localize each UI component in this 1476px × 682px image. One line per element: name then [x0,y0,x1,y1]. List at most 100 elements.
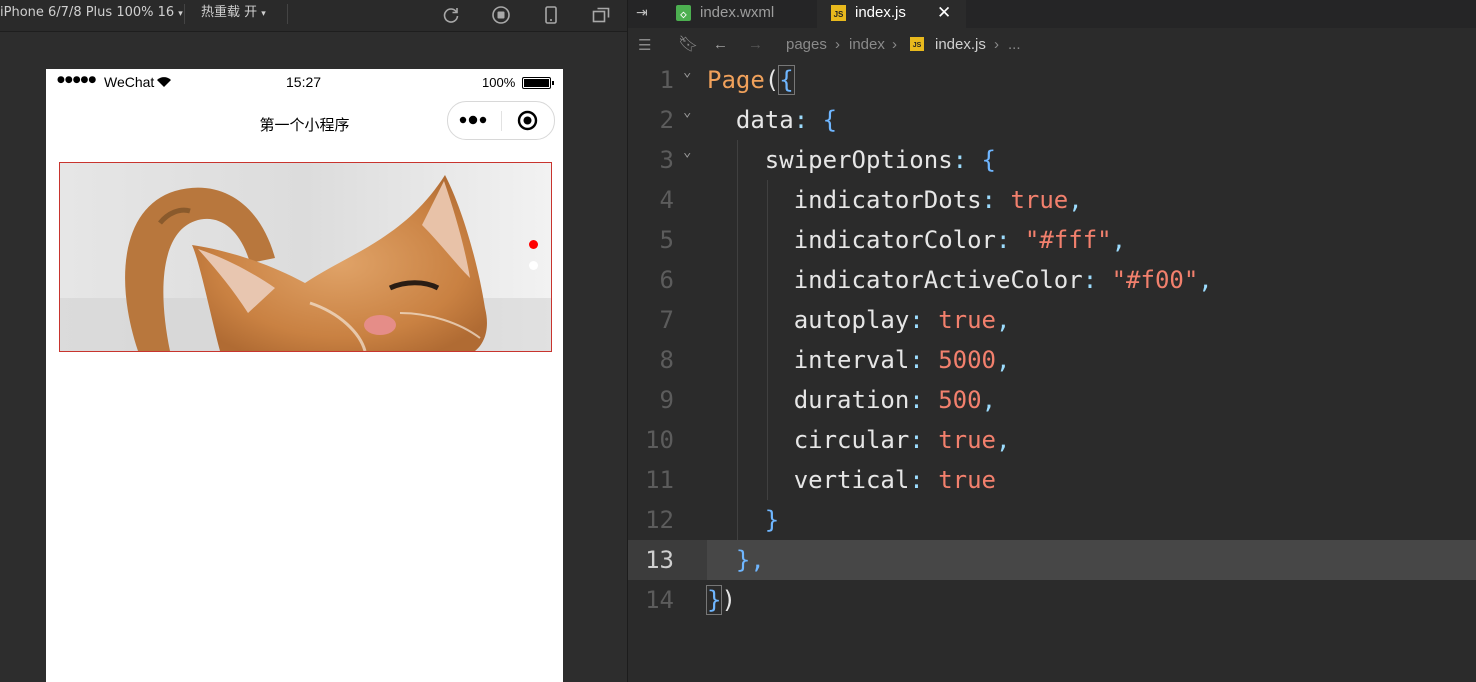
toolbar-divider [184,4,185,24]
close-target-icon[interactable] [517,110,538,131]
chevron-right-icon: › [892,36,897,53]
code-token: "#fff" [1024,226,1112,254]
code-token: : [1082,266,1112,294]
code-token: ( [764,66,780,94]
line-number: 8 [659,346,674,374]
code-token: autoplay [793,306,910,334]
fold-chevron-icon[interactable]: ⌄ [683,132,691,172]
capsule-divider [501,111,502,131]
line-number: 6 [659,266,674,294]
code-area[interactable]: 1 ⌄ Page({ 2 ⌄ data: { 3 ⌄ swiperOptions… [628,60,1476,682]
code-token: swiperOptions [764,146,953,174]
code-token: true [1010,186,1069,214]
hot-reload-toggle[interactable]: 热重载 开 ▾ [201,0,266,31]
line-number: 14 [645,586,674,614]
device-selector[interactable]: iPhone 6/7/8 Plus 100% 16 ▾ [0,0,183,31]
code-editor: ⇥ ◇ index.wxml JS index.js ✕ ☰ 🔖︎ ← → pa… [627,0,1476,682]
stop-icon[interactable] [491,5,511,25]
line-number: 4 [659,186,674,214]
device-label: iPhone 6/7/8 Plus 100% 16 [0,5,175,20]
code-token: : [909,386,939,414]
window-icon[interactable] [591,5,611,25]
code-token: , [981,386,997,414]
code-token: , [996,346,1011,374]
code-token: vertical [793,466,910,494]
phone-icon[interactable] [541,5,561,25]
breadcrumb-item[interactable]: ... [1008,36,1021,53]
breadcrumb-item[interactable]: index [849,36,885,53]
hot-reload-label: 热重载 开 [201,5,258,20]
code-line: 3 ⌄ swiperOptions: { [628,140,1476,180]
line-number: 13 [645,546,674,574]
code-token: { [822,106,838,134]
tab-index-wxml[interactable]: ◇ index.wxml [668,0,813,28]
code-line: 14 }) [628,580,1476,620]
code-token: : [793,106,823,134]
code-line: 4 indicatorDots: true, [628,180,1476,220]
fold-chevron-icon[interactable]: ⌄ [683,92,691,132]
code-token: : [909,426,939,454]
phone-screen: ●●●●● WeChat 15:27 100% 第一个小程序 [46,69,563,682]
fold-chevron-icon[interactable]: ⌄ [683,52,691,92]
code-token: : [952,146,982,174]
line-number: 5 [659,226,674,254]
line-number: 9 [659,386,674,414]
battery-percent: 100% [482,75,516,90]
bookmark-icon[interactable]: 🔖︎ [678,34,698,54]
chevron-right-icon: › [835,36,840,53]
code-token: 500 [938,386,982,414]
line-number: 12 [645,506,674,534]
code-token: : [981,186,1011,214]
code-token: indicatorActiveColor [793,266,1083,294]
indicator-dot[interactable] [529,261,538,270]
code-line: 1 ⌄ Page({ [628,60,1476,100]
code-token: { [778,65,795,95]
outline-icon[interactable]: ☰ [638,36,651,54]
line-number: 1 [659,66,674,94]
code-token: , [1111,226,1127,254]
chevron-right-icon: › [994,36,999,53]
close-icon[interactable]: ✕ [937,0,951,26]
code-token: : [996,226,1025,254]
editor-tabs: ⇥ ◇ index.wxml JS index.js ✕ [628,0,1476,28]
chevron-down-icon: ▾ [261,9,266,19]
line-number: 2 [659,106,674,134]
code-token: } [764,506,780,534]
code-line: 10 circular: true, [628,420,1476,460]
code-line: 11 vertical: true [628,460,1476,500]
forward-arrow-icon[interactable]: → [748,36,763,53]
code-token: { [981,146,996,174]
breadcrumb-item[interactable]: index.js [935,36,986,53]
signal-icon: ●●●●● [57,75,97,85]
code-token: true [938,426,996,454]
code-token: "#f00" [1111,266,1199,294]
code-line-current: 13 }, [628,540,1476,580]
chevron-down-icon: ▾ [178,9,183,19]
panel-toggle-icon[interactable]: ⇥ [636,5,648,21]
back-arrow-icon[interactable]: ← [713,36,728,53]
code-token: interval [793,346,910,374]
code-token: , [1068,186,1083,214]
swiper[interactable] [59,162,552,352]
code-token: : [909,466,939,494]
more-icon[interactable] [458,112,492,128]
breadcrumb-item[interactable]: pages [786,36,827,53]
refresh-icon[interactable] [441,5,461,25]
simulator-panel: iPhone 6/7/8 Plus 100% 16 ▾ 热重载 开 ▾ ●●●●… [0,0,627,682]
current-line-highlight [707,540,1476,580]
indicator-dot-active[interactable] [529,240,538,249]
tab-index-js[interactable]: JS index.js ✕ [817,0,966,28]
js-file-icon: JS [910,37,924,51]
tab-label: index.js [855,4,906,21]
breadcrumb: ☰ 🔖︎ ← → pages › index › JS index.js › .… [628,30,1476,60]
code-line: 9 duration: 500, [628,380,1476,420]
menu-capsule [447,101,555,140]
cat-image [60,163,551,351]
wxml-file-icon: ◇ [676,5,691,21]
nav-bar: 第一个小程序 [46,97,563,152]
simulator-toolbar: iPhone 6/7/8 Plus 100% 16 ▾ 热重载 开 ▾ [0,0,627,32]
status-time: 15:27 [286,74,322,90]
code-line: 6 indicatorActiveColor: "#f00", [628,260,1476,300]
code-line: 12 } [628,500,1476,540]
code-token: duration [793,386,910,414]
